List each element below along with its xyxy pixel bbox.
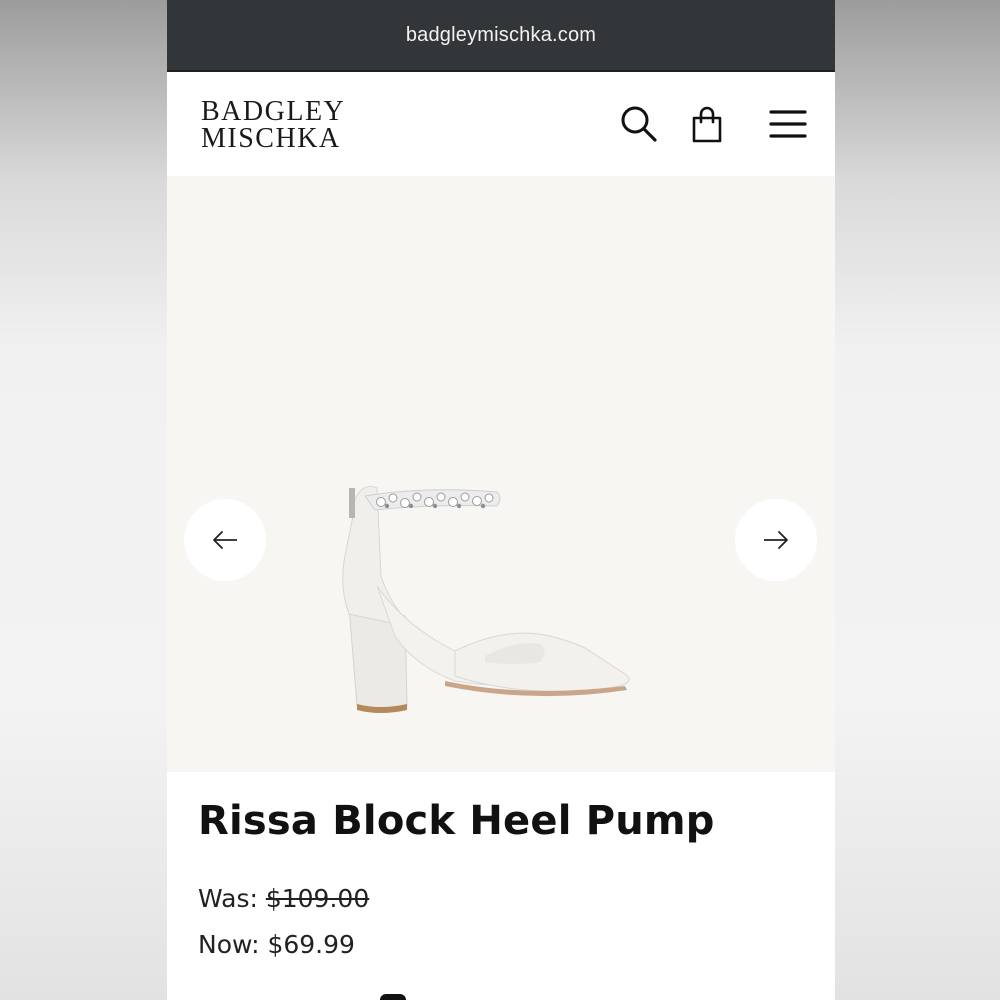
hamburger-menu-icon[interactable] [768, 104, 808, 144]
url-text[interactable]: badgleymischka.com [406, 24, 596, 47]
screen-bezel-left [0, 0, 167, 1000]
logo-line-2: MISCHKA [201, 123, 341, 154]
product-shoe-image [342, 485, 630, 713]
sale-price: $69.99 [267, 930, 355, 959]
product-info: Rissa Block Heel Pump Was: $109.00 Now: … [167, 772, 835, 1000]
screen-bezel-right [835, 0, 1000, 1000]
brand-logo[interactable]: BADGLEY MISCHKA [201, 96, 346, 154]
product-title: Rissa Block Heel Pump [198, 798, 715, 844]
gallery-prev-button[interactable] [184, 499, 266, 581]
sale-price-row: Now: $69.99 [198, 930, 355, 959]
browser-address-bar[interactable]: badgleymischka.com [167, 0, 835, 72]
search-icon[interactable] [619, 104, 659, 144]
mobile-browser-viewport: badgleymischka.com BADGLEY MISCHKA Rissa… [167, 0, 835, 1000]
arrow-right-icon [764, 531, 788, 549]
gallery-next-button[interactable] [735, 499, 817, 581]
now-label: Now: [198, 930, 260, 959]
shopping-bag-icon[interactable] [687, 104, 727, 144]
was-label: Was: [198, 884, 258, 913]
logo-line-1: BADGLEY [201, 96, 346, 127]
original-price-row: Was: $109.00 [198, 884, 369, 913]
site-header: BADGLEY MISCHKA [167, 74, 835, 176]
original-price: $109.00 [265, 884, 370, 913]
arrow-left-icon [213, 531, 237, 549]
cut-off-element [380, 994, 406, 1000]
product-image-gallery[interactable] [167, 176, 835, 772]
